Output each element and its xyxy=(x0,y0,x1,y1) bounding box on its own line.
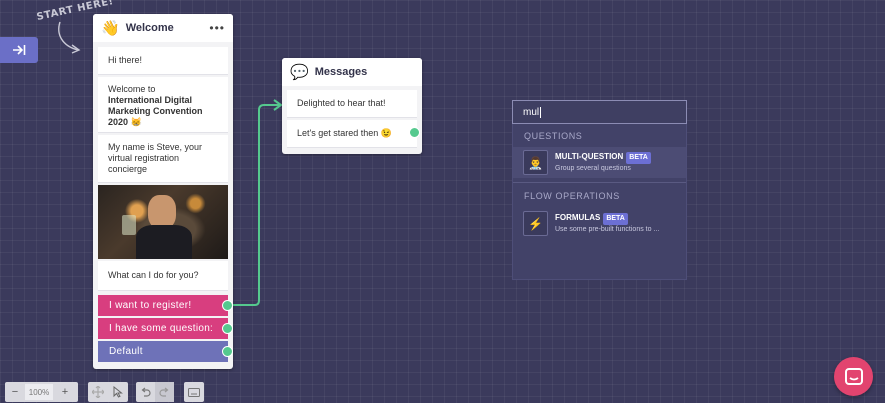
message-text: Hi there! xyxy=(108,55,143,65)
messages-output-port[interactable] xyxy=(409,127,420,138)
option-register[interactable]: I want to register! xyxy=(98,295,228,316)
messages-node-title: Messages xyxy=(314,66,368,78)
text-caret xyxy=(540,106,542,118)
message-bubble[interactable]: Let's get stared then 😉 xyxy=(287,120,417,148)
chat-launcher-button[interactable] xyxy=(834,357,873,396)
messages-node[interactable]: 💬 Messages Delighted to hear that! Let's… xyxy=(282,58,422,154)
result-multi-question[interactable]: 👨‍⚕️ MULTI-QUESTION BETA Group several qu… xyxy=(513,147,686,178)
more-options-icon[interactable]: ••• xyxy=(209,21,225,35)
result-label: MULTI-QUESTION xyxy=(555,151,624,161)
beta-badge: BETA xyxy=(603,212,628,225)
zoom-out-button[interactable]: − xyxy=(5,382,25,402)
message-bubble[interactable]: What can I do for you? xyxy=(98,261,228,291)
message-bubble[interactable]: My name is Steve, your virtual registrat… xyxy=(98,135,228,183)
undo-button[interactable] xyxy=(136,382,155,402)
message-text: My name is Steve, your virtual registrat… xyxy=(108,142,203,174)
message-bubble[interactable]: Delighted to hear that! xyxy=(287,90,417,118)
messages-node-header[interactable]: 💬 Messages xyxy=(282,58,422,86)
photo-glass xyxy=(122,215,136,235)
message-text: What can I do for you? xyxy=(108,270,199,280)
zoom-controls: − 100% + xyxy=(5,382,78,402)
option-default[interactable]: Default xyxy=(98,341,228,362)
message-text: Let's get stared then 😉 xyxy=(297,128,392,138)
message-bubble[interactable]: Hi there! xyxy=(98,47,228,75)
person-icon: 👨‍⚕️ xyxy=(523,150,548,175)
keyboard-shortcuts-button[interactable] xyxy=(184,382,204,402)
waving-hand-icon: 👋 xyxy=(101,20,120,37)
message-image[interactable] xyxy=(98,185,228,259)
lightning-icon: ⚡ xyxy=(523,211,548,236)
section-heading-flow-operations: FLOW OPERATIONS xyxy=(524,191,620,201)
move-icon xyxy=(92,386,104,398)
result-label: FORMULAS xyxy=(555,212,601,222)
speech-bubble-icon: 💬 xyxy=(290,64,309,81)
redo-icon xyxy=(159,387,169,397)
keyboard-icon xyxy=(188,387,200,397)
photo-person-face xyxy=(148,195,176,229)
message-bold-text: International Digital Marketing Conventi… xyxy=(108,95,203,127)
zoom-in-button[interactable]: + xyxy=(53,382,77,402)
history-controls xyxy=(136,382,174,402)
message-bubble[interactable]: Welcome to International Digital Marketi… xyxy=(98,77,228,133)
keyboard-controls xyxy=(184,382,204,402)
option-question[interactable]: I have some question: xyxy=(98,318,228,339)
tool-controls xyxy=(88,382,128,402)
welcome-node-title: Welcome xyxy=(125,22,174,34)
beta-badge: BETA xyxy=(626,151,651,164)
chat-icon xyxy=(844,367,863,385)
arrow-to-right-icon xyxy=(13,45,26,55)
result-description: Use some pre-built functions to ... xyxy=(555,225,660,233)
message-text: Delighted to hear that! xyxy=(297,98,386,108)
node-search-panel: mul QUESTIONS 👨‍⚕️ MULTI-QUESTION BETA Gr… xyxy=(512,100,687,280)
option-register-port[interactable] xyxy=(222,300,233,311)
result-description: Group several questions xyxy=(555,164,631,172)
undo-icon xyxy=(141,387,151,397)
select-tool-button[interactable] xyxy=(108,382,128,402)
pointer-icon xyxy=(113,386,123,398)
result-formulas[interactable]: ⚡ FORMULAS BETA Use some pre-built functi… xyxy=(513,208,686,239)
start-arrow-icon xyxy=(58,21,81,54)
message-text: Welcome to xyxy=(108,84,156,94)
expand-sidebar-button[interactable] xyxy=(0,37,38,63)
option-default-port[interactable] xyxy=(222,346,233,357)
welcome-node-header[interactable]: 👋 Welcome ••• xyxy=(93,14,233,42)
redo-button[interactable] xyxy=(155,382,174,402)
zoom-level: 100% xyxy=(25,384,53,400)
section-heading-questions: QUESTIONS xyxy=(524,131,583,141)
photo-person-body xyxy=(136,225,192,259)
option-question-port[interactable] xyxy=(222,323,233,334)
search-input-value: mul xyxy=(523,106,540,118)
move-tool-button[interactable] xyxy=(88,382,108,402)
node-search-input[interactable]: mul xyxy=(512,100,687,124)
